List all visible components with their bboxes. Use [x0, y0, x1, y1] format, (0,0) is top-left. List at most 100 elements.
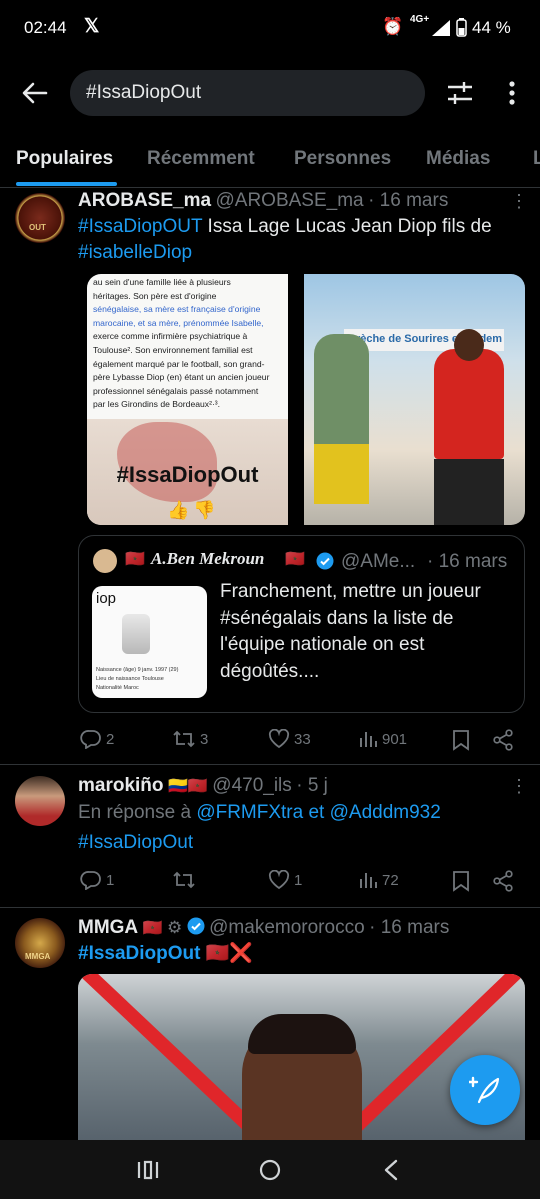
- network-label: 4G+: [410, 14, 430, 25]
- author-name[interactable]: AROBASE_ma: [78, 190, 211, 211]
- share-icon[interactable]: [492, 729, 514, 751]
- recent-apps-icon[interactable]: [137, 1160, 159, 1180]
- thumb-infobox: Naissance (âge) 9 janv. 1997 (29) Lieu d…: [96, 667, 179, 691]
- quote-text: Franchement, mettre un joueur #sénégalai…: [220, 581, 481, 682]
- hashtag-link[interactable]: #IssaDiopOUT: [78, 216, 202, 237]
- bookmark-icon[interactable]: [452, 870, 470, 892]
- quoted-tweet[interactable]: 🇲🇦 A.Ben Mekroun 🇲🇦 @AMe... · 16 mars io…: [78, 535, 525, 713]
- gear-badge-icon: ⚙: [166, 918, 183, 937]
- author-flags: 🇨🇴🇲🇦: [167, 778, 208, 795]
- status-bar: 02:44 𝕏 ⏰ 4G+ 44 %: [0, 0, 540, 58]
- quote-thumbnail[interactable]: iop Naissance (âge) 9 janv. 1997 (29) Li…: [92, 586, 207, 698]
- compose-icon: [469, 1076, 500, 1104]
- quote-handle[interactable]: @AMe...: [341, 551, 415, 573]
- retweet-count: 3: [200, 730, 209, 748]
- reply-button[interactable]: 2: [80, 729, 114, 749]
- tweet-more-icon[interactable]: ⋮: [510, 191, 528, 212]
- flag-icon: 🇲🇦: [285, 551, 305, 568]
- reply-button[interactable]: 1: [80, 870, 114, 890]
- retweet-button[interactable]: [172, 870, 200, 890]
- tweet-image-wiki[interactable]: au sein d'une famille liée à plusieurs h…: [87, 274, 288, 525]
- tweet-date[interactable]: · 5 j: [296, 775, 328, 796]
- tab-lists[interactable]: L: [533, 148, 540, 170]
- author-name[interactable]: marokiño: [78, 775, 164, 796]
- quote-date[interactable]: · 16 mars: [427, 551, 507, 573]
- tweet-date[interactable]: · 16 mars: [368, 190, 448, 211]
- avatar-logo-text: MMGA: [25, 952, 51, 961]
- more-vertical-icon[interactable]: [506, 80, 518, 106]
- tweet-date[interactable]: · 16 mars: [369, 917, 449, 938]
- compose-button[interactable]: [450, 1055, 520, 1125]
- status-time: 02:44: [24, 18, 67, 37]
- hashtag-link[interactable]: #IssaDiopOut: [78, 943, 200, 964]
- avatar[interactable]: MMGA: [15, 918, 65, 968]
- tweet[interactable]: marokiño 🇨🇴🇲🇦 @470_ils · 5 j ⋮ En répons…: [0, 765, 540, 907]
- signal-icon: [432, 20, 450, 36]
- retweet-icon: [173, 730, 195, 748]
- views-button[interactable]: 901: [358, 729, 407, 749]
- author-handle[interactable]: @makemororocco: [209, 917, 365, 938]
- player-head-right: [454, 329, 484, 361]
- hashtag-link[interactable]: #isabelleDiop: [78, 242, 192, 263]
- wiki-excerpt: au sein d'une famille liée à plusieurs h…: [93, 277, 270, 410]
- like-button[interactable]: 1: [268, 870, 302, 890]
- trophy-image: [122, 614, 150, 654]
- player-shorts-right: [434, 459, 504, 525]
- author-handle[interactable]: @AROBASE_ma: [216, 190, 364, 211]
- avatar-logo-text: OUT: [29, 223, 46, 232]
- flag-icon: 🇲🇦: [125, 551, 145, 568]
- views-icon: [360, 732, 377, 747]
- back-arrow-icon[interactable]: [22, 82, 48, 104]
- home-icon[interactable]: [258, 1158, 282, 1182]
- battery-percent: 44 %: [472, 18, 511, 37]
- tweet-more-icon[interactable]: ⋮: [510, 776, 528, 797]
- reply-prefix: En réponse à: [78, 802, 197, 823]
- like-icon: [268, 870, 290, 890]
- views-button[interactable]: 72: [358, 870, 399, 890]
- tweet-image-photo[interactable]: Crèche de Sourires et Gâdem: [304, 274, 525, 525]
- search-tabs: Populaires Récemment Personnes Médias L: [0, 130, 540, 188]
- search-query: #IssaDiopOut: [86, 82, 202, 103]
- tab-populaires[interactable]: Populaires: [16, 148, 113, 170]
- thumbs-up-icon: 👍: [167, 500, 190, 520]
- tweet-text: #IssaDiopOut: [78, 830, 193, 856]
- avatar[interactable]: OUT: [15, 193, 65, 243]
- tab-recemment[interactable]: Récemment: [147, 148, 255, 170]
- alarm-icon: ⏰: [382, 17, 404, 36]
- bookmark-icon[interactable]: [452, 729, 470, 751]
- quote-author-name[interactable]: A.Ben Mekroun: [151, 549, 264, 569]
- tweet-image[interactable]: [78, 974, 525, 1140]
- tweet-text: #IssaDiopOut 🇲🇦❌: [78, 941, 253, 967]
- x-logo-icon: 𝕏: [84, 16, 100, 37]
- views-icon: [360, 873, 377, 888]
- avatar[interactable]: [15, 776, 65, 826]
- views-count: 901: [382, 730, 408, 748]
- image-hashtag-text: #IssaDiopOut: [116, 462, 259, 487]
- tweet[interactable]: OUT AROBASE_ma @AROBASE_ma · 16 mars ⋮ #…: [0, 189, 540, 764]
- author-handle[interactable]: @470_ils: [212, 775, 292, 796]
- like-icon: [268, 729, 290, 749]
- views-count: 72: [382, 871, 399, 889]
- tab-medias[interactable]: Médias: [426, 148, 490, 170]
- reply-to-link[interactable]: @FRMFXtra et @Adddm932: [196, 802, 441, 823]
- retweet-icon: [173, 871, 195, 889]
- filter-sliders-icon[interactable]: [446, 80, 474, 106]
- share-icon[interactable]: [492, 870, 514, 892]
- search-input[interactable]: #IssaDiopOut: [70, 70, 425, 116]
- like-button[interactable]: 33: [268, 729, 311, 749]
- tab-personnes[interactable]: Personnes: [294, 148, 391, 170]
- hashtag-link[interactable]: #IssaDiopOut: [78, 832, 193, 853]
- verified-icon: [316, 552, 334, 570]
- active-tab-indicator: [16, 182, 117, 186]
- thumb-title: iop: [96, 590, 117, 607]
- system-nav-bar: [0, 1140, 540, 1199]
- thumbs-down-icon: 👎: [193, 500, 216, 520]
- tweet-text: #IssaDiopOUT Issa Lage Lucas Jean Diop f…: [78, 216, 492, 263]
- verified-icon: [187, 917, 205, 935]
- quote-avatar[interactable]: [93, 549, 117, 573]
- retweet-button[interactable]: 3: [172, 729, 208, 749]
- flag-icon: 🇲🇦: [142, 920, 163, 937]
- system-back-icon[interactable]: [383, 1159, 399, 1181]
- like-count: 1: [294, 871, 303, 889]
- author-name[interactable]: MMGA: [78, 917, 138, 938]
